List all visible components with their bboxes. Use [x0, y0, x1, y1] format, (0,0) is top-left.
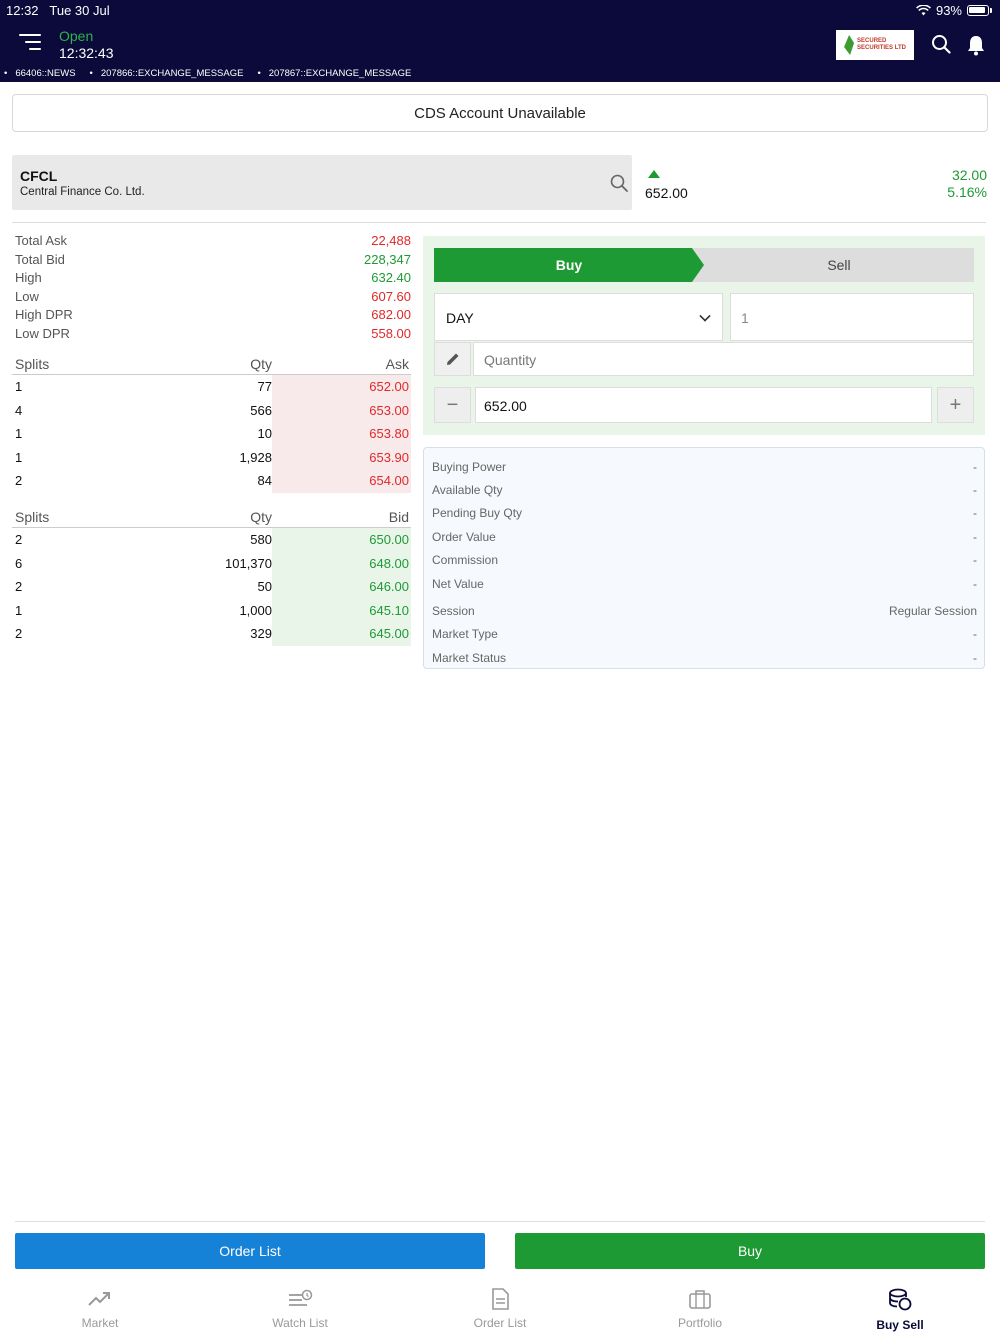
summary-commission: Commission - — [432, 553, 977, 567]
bid-row[interactable]: 2 50 646.00 — [12, 575, 411, 599]
ask-row[interactable]: 4 566 653.00 — [12, 398, 411, 422]
symbol-name: Central Finance Co. Ltd. — [20, 186, 145, 198]
bottom-nav: Market Watch List Order List Portfolio B… — [0, 1284, 1000, 1334]
news-ticker[interactable]: 66406::NEWS 207866::EXCHANGE_MESSAGE 207… — [0, 68, 1000, 82]
nav-market[interactable]: Market — [0, 1284, 200, 1334]
price-change-percent: 5.16% — [947, 184, 987, 200]
status-bar: 12:32 Tue 30 Jul 93% — [0, 0, 1000, 20]
summary-order-value: Order Value - — [432, 530, 977, 544]
trending-up-icon — [88, 1292, 110, 1306]
ticker-item[interactable]: 66406::NEWS — [4, 68, 75, 82]
nav-portfolio[interactable]: Portfolio — [600, 1284, 800, 1334]
market-stats: Total Ask 22,488 Total Bid 228,347 High 632… — [15, 232, 411, 344]
watch-list-icon — [289, 1289, 313, 1306]
bid-row[interactable]: 2 329 645.00 — [12, 622, 411, 646]
summary-buying-power: Buying Power - — [432, 460, 977, 474]
ask-row[interactable]: 1 10 653.80 — [12, 422, 411, 446]
market-time: 12:32:43 — [59, 45, 114, 61]
symbol-selector[interactable]: CFCL Central Finance Co. Ltd. — [12, 155, 632, 210]
summary-available-qty: Available Qty - — [432, 483, 977, 497]
time-in-force-value: DAY — [446, 310, 474, 326]
order-summary: Buying Power - Available Qty - Pending Buy… — [423, 447, 985, 669]
ask-depth-table: Splits Qty Ask 1 77 652.00 4 566 653.00 1 10 6… — [12, 353, 411, 493]
summary-session: Session Regular Session — [432, 604, 977, 618]
tab-buy[interactable]: Buy — [434, 248, 704, 282]
last-price: 652.00 — [645, 185, 688, 201]
bid-row[interactable]: 2 580 650.00 — [12, 528, 411, 552]
pencil-icon[interactable] — [434, 342, 471, 376]
menu-icon[interactable] — [19, 34, 41, 52]
bid-table-header: Splits Qty Bid — [12, 506, 411, 528]
bid-depth-table: Splits Qty Bid 2 580 650.00 6 101,370 648.00… — [12, 506, 411, 646]
market-status: Open — [59, 28, 94, 44]
summary-market-status: Market Status - — [432, 651, 977, 665]
summary-market-type: Market Type - — [432, 627, 977, 641]
tab-sell[interactable]: Sell — [704, 248, 974, 282]
quantity-input[interactable]: Quantity — [473, 342, 974, 376]
summary-net-value: Net Value - — [432, 577, 977, 591]
price-input[interactable]: 652.00 — [475, 387, 932, 423]
price-increment-button[interactable]: + — [937, 387, 974, 423]
bid-row[interactable]: 1 1,000 645.10 — [12, 598, 411, 622]
nav-watch-list[interactable]: Watch List — [200, 1284, 400, 1334]
price-up-icon — [648, 170, 660, 178]
search-icon[interactable] — [609, 173, 629, 193]
logo-mark — [844, 35, 855, 55]
ticker-item[interactable]: 207866::EXCHANGE_MESSAGE — [90, 68, 244, 82]
order-entry-panel: Buy Sell DAY 1 Quantity − 652.00 + — [423, 236, 985, 435]
search-icon[interactable] — [931, 34, 951, 54]
bell-icon[interactable] — [965, 34, 987, 56]
wifi-icon — [916, 5, 931, 16]
status-time: 12:32 Tue 30 Jul — [6, 3, 110, 18]
bid-row[interactable]: 6 101,370 648.00 — [12, 551, 411, 575]
logo-text: SECURED SECURITIES LTD — [857, 38, 906, 51]
briefcase-icon — [689, 1290, 711, 1309]
ticker-item[interactable]: 207867::EXCHANGE_MESSAGE — [257, 68, 412, 82]
symbol-code: CFCL — [20, 168, 58, 184]
ask-table-header: Splits Qty Ask — [12, 353, 411, 375]
broker-logo: SECURED SECURITIES LTD — [836, 30, 914, 60]
nav-buy-sell[interactable]: Buy Sell — [800, 1284, 1000, 1334]
days-input[interactable]: 1 — [730, 293, 974, 341]
divider — [12, 222, 986, 223]
ask-row[interactable]: 2 84 654.00 — [12, 469, 411, 493]
side-tabs: Buy Sell — [434, 248, 974, 282]
stat-low-dpr: Low DPR 558.00 — [15, 325, 411, 341]
nav-order-list[interactable]: Order List — [400, 1284, 600, 1334]
price-decrement-button[interactable]: − — [434, 387, 471, 423]
ask-row[interactable]: 1 77 652.00 — [12, 375, 411, 399]
chevron-down-icon — [699, 310, 711, 322]
battery-percent: 93% — [935, 3, 962, 18]
stat-low: Low 607.60 — [15, 288, 411, 304]
time-in-force-select[interactable]: DAY — [434, 293, 723, 341]
app-header: 12:32 Tue 30 Jul 93% Open 12:32:43 SECUR… — [0, 0, 1000, 82]
stat-high: High 632.40 — [15, 270, 411, 286]
buy-button[interactable]: Buy — [515, 1233, 985, 1269]
stat-total-bid: Total Bid 228,347 — [15, 251, 411, 267]
cds-account-banner: CDS Account Unavailable — [12, 94, 988, 132]
order-list-button[interactable]: Order List — [15, 1233, 485, 1269]
summary-pending-buy-qty: Pending Buy Qty - — [432, 506, 977, 520]
status-indicators: 93% — [916, 3, 992, 18]
coins-icon — [889, 1288, 912, 1311]
stat-total-ask: Total Ask 22,488 — [15, 233, 411, 248]
document-icon — [492, 1288, 509, 1310]
stat-high-dpr: High DPR 682.00 — [15, 307, 411, 323]
price-change: 32.00 — [951, 167, 987, 183]
battery-icon — [967, 5, 989, 16]
ask-row[interactable]: 1 1,928 653.90 — [12, 445, 411, 469]
divider — [15, 1221, 985, 1222]
